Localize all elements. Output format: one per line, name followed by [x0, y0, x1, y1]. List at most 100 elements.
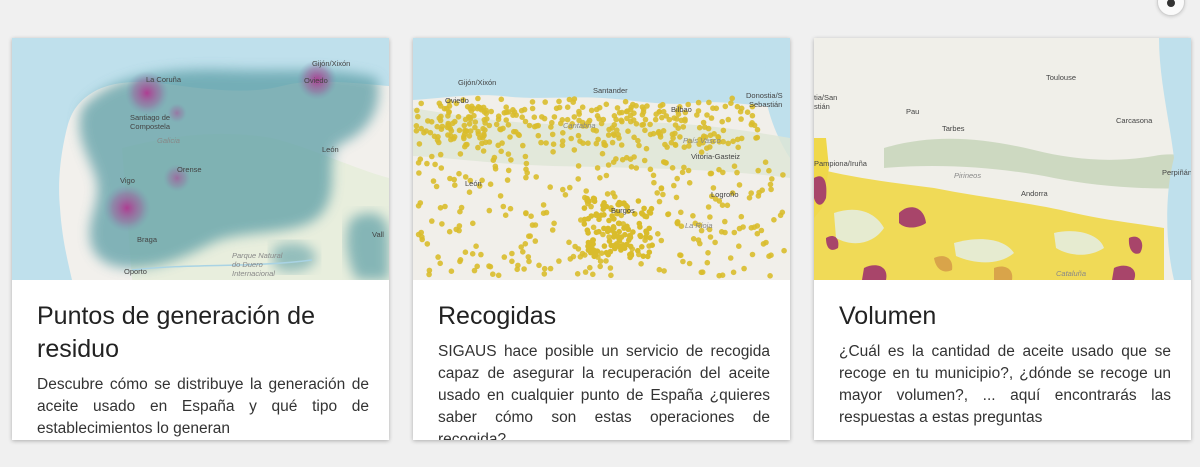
- collection-dot: [502, 212, 509, 218]
- collection-dot: [686, 180, 693, 186]
- collection-dot: [551, 220, 557, 227]
- collection-dot: [461, 122, 468, 129]
- collection-dot: [621, 225, 627, 231]
- heatmap-thumbnail: Gijón/Xixón La Coruña Oviedo Santiago de…: [12, 38, 389, 280]
- collection-dot: [592, 248, 598, 254]
- collection-dot: [581, 216, 588, 223]
- collection-dot: [416, 170, 422, 176]
- collection-dot: [680, 124, 687, 130]
- collection-dot: [418, 100, 424, 107]
- collection-dot: [751, 224, 758, 230]
- collection-dot: [644, 103, 650, 109]
- collection-dot: [547, 184, 553, 190]
- collection-dot: [678, 209, 684, 216]
- card-puntos-generacion[interactable]: Gijón/Xixón La Coruña Oviedo Santiago de…: [12, 38, 389, 440]
- collection-dot: [610, 234, 617, 240]
- collection-dot: [531, 114, 538, 120]
- collection-dot: [637, 233, 644, 240]
- collection-dot: [588, 203, 594, 210]
- collection-dot: [507, 205, 514, 212]
- collection-dot: [662, 141, 668, 148]
- collection-dot: [618, 142, 625, 148]
- collection-dot: [604, 228, 611, 235]
- collection-dot: [548, 124, 554, 130]
- svg-text:Logroño: Logroño: [711, 190, 739, 199]
- collection-dot: [674, 175, 680, 182]
- collection-dot: [613, 156, 619, 162]
- collection-dot: [697, 240, 703, 247]
- collection-dot: [738, 116, 744, 122]
- collection-dot: [704, 259, 711, 266]
- collection-dot: [467, 105, 473, 112]
- collection-dot: [673, 194, 680, 201]
- collection-dot: [566, 239, 572, 246]
- collection-dot: [639, 104, 646, 110]
- collection-dot: [458, 204, 465, 211]
- collection-dot: [437, 151, 444, 158]
- collection-dot: [719, 118, 725, 125]
- collection-dot: [562, 192, 569, 198]
- collection-dot: [649, 242, 655, 248]
- collection-dot: [636, 142, 642, 149]
- collection-dot: [514, 266, 520, 273]
- collection-dot: [628, 164, 635, 170]
- collection-dot: [710, 105, 716, 111]
- collection-dot: [564, 104, 571, 110]
- collection-dot: [471, 267, 478, 274]
- collection-dot: [575, 132, 582, 139]
- card-recogidas[interactable]: Gijón/Xixón Oviedo Santander Donostia/S …: [413, 38, 790, 440]
- collection-dot: [609, 139, 616, 146]
- collection-dot: [643, 234, 649, 240]
- collection-dot: [435, 254, 441, 260]
- collection-dot: [519, 114, 525, 120]
- collection-dot: [716, 272, 722, 279]
- collection-dot: [424, 160, 430, 167]
- collection-dot: [594, 165, 601, 171]
- card-title: Puntos de generación de residuo: [37, 302, 315, 363]
- collection-dot: [452, 182, 458, 188]
- collection-dot: [627, 118, 634, 125]
- collection-dot: [725, 116, 732, 123]
- collection-dot: [490, 271, 496, 277]
- collection-dot: [493, 121, 500, 128]
- collection-dot: [510, 112, 516, 118]
- collection-dot: [495, 272, 502, 279]
- collection-dot: [591, 253, 597, 260]
- collection-dot: [727, 255, 734, 261]
- collection-dot: [571, 96, 578, 102]
- collection-dot: [463, 128, 469, 134]
- collection-dot: [741, 265, 747, 272]
- card-description: ¿Cuál es la cantidad de aceite usado que…: [839, 343, 1171, 426]
- collection-dot: [523, 166, 529, 173]
- collection-dot: [522, 153, 529, 160]
- collection-dot: [536, 262, 542, 269]
- corner-menu-button[interactable]: [1157, 0, 1185, 16]
- svg-text:Donostia/S: Donostia/S: [746, 91, 783, 100]
- collection-dot: [538, 139, 544, 146]
- collection-dot: [415, 203, 422, 209]
- collection-dot: [771, 217, 777, 223]
- collection-dot: [533, 174, 539, 180]
- collection-dot: [722, 218, 728, 225]
- collection-dot: [473, 243, 479, 249]
- collection-dot: [575, 176, 581, 182]
- collection-dot: [608, 272, 614, 279]
- collection-dot: [671, 182, 677, 189]
- collection-dot: [501, 254, 508, 260]
- collection-dot: [415, 113, 421, 120]
- collection-dot: [633, 121, 640, 127]
- svg-text:País Vasco: País Vasco: [683, 136, 721, 145]
- collection-dot: [671, 115, 677, 121]
- collection-dot: [556, 258, 562, 264]
- collection-dot: [707, 214, 713, 220]
- collection-dot: [720, 138, 726, 145]
- collection-dot: [585, 239, 592, 246]
- collection-dot: [567, 184, 573, 191]
- collection-dot: [754, 134, 761, 141]
- collection-dot: [744, 109, 751, 115]
- collection-dot: [680, 258, 686, 265]
- collection-dot: [678, 252, 684, 259]
- collection-dot: [627, 106, 634, 113]
- card-volumen[interactable]: tia/San stián Toulouse Pau Tarbes Carcas…: [814, 38, 1191, 440]
- collection-dot: [481, 109, 488, 115]
